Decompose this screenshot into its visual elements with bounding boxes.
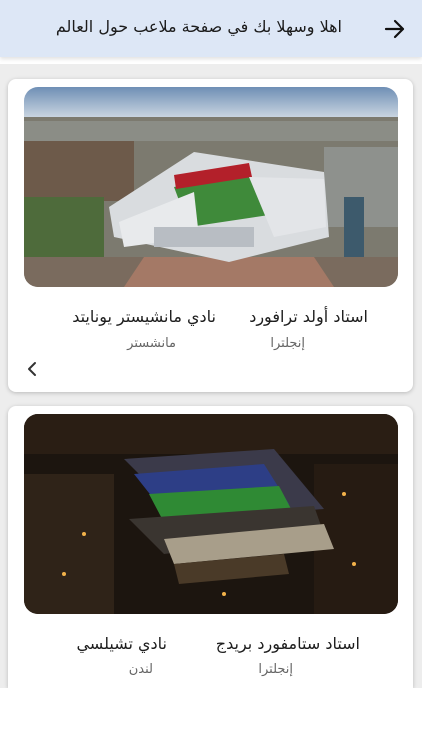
arrow-right-icon bbox=[384, 19, 405, 39]
club-name: نادي تشيلسي bbox=[76, 634, 167, 653]
back-button[interactable] bbox=[384, 18, 406, 40]
stadium-name: استاد ستامفورد بريدج bbox=[215, 634, 360, 653]
bottom-area bbox=[0, 688, 422, 750]
country-label: إنجلترا bbox=[258, 662, 293, 677]
stadium-name: استاد أولد ترافورد bbox=[249, 307, 368, 326]
header-title: اهلا وسهلا بك في صفحة ملاعب حول العالم bbox=[55, 17, 342, 36]
city-label: لندن bbox=[128, 662, 153, 677]
stadium-card[interactable]: استاد أولد ترافورد نادي مانشيستر يونايتد… bbox=[8, 79, 413, 392]
stadium-image bbox=[24, 87, 398, 287]
country-label: إنجلترا bbox=[270, 336, 305, 351]
stadium-card[interactable]: استاد ستامفورد بريدج نادي تشيلسي إنجلترا… bbox=[8, 406, 413, 688]
stadium-image bbox=[24, 414, 398, 614]
app-header: اهلا وسهلا بك في صفحة ملاعب حول العالم bbox=[0, 0, 422, 57]
club-name: نادي مانشيستر يونايتد bbox=[72, 307, 216, 326]
city-label: مانشستر bbox=[127, 336, 176, 351]
chevron-left-icon[interactable] bbox=[24, 361, 40, 377]
